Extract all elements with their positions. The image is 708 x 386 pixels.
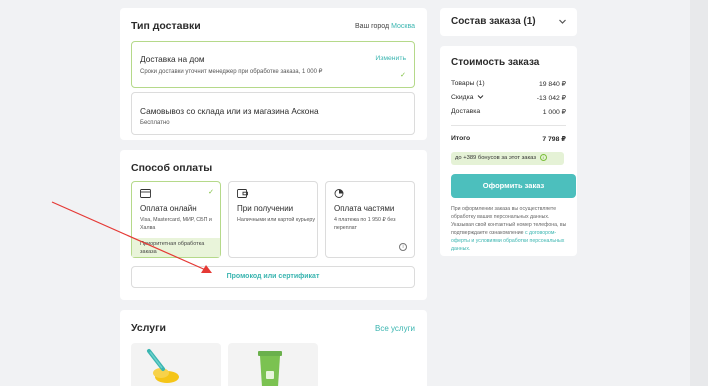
card-icon: [140, 189, 151, 198]
change-link[interactable]: Изменить: [375, 55, 406, 62]
priority-banner: Приоритетная обработка заказа: [132, 238, 220, 257]
delivery-row: Доставка 1 000 ₽: [451, 108, 566, 116]
payment-option-title: При получении: [237, 204, 294, 213]
total-value: 7 798 ₽: [542, 136, 566, 143]
services-title: Услуги: [131, 322, 166, 334]
delivery-type-card: Тип доставки Ваш город Москва Доставка н…: [120, 8, 427, 140]
discount-row[interactable]: Скидка -13 042 ₽: [451, 94, 566, 102]
row-label: Скидка: [451, 94, 474, 101]
wallet-icon: [237, 189, 248, 198]
row-label: Товары (1): [451, 80, 485, 87]
service-item-cleaning[interactable]: [131, 343, 221, 386]
payment-option-on-delivery[interactable]: При получении Наличными или картой курье…: [228, 181, 318, 258]
city-link[interactable]: Москва: [391, 23, 415, 30]
legal-notice: При оформлении заказа вы осуществляете о…: [451, 205, 568, 253]
promo-code-button[interactable]: Промокод или сертификат: [131, 266, 415, 288]
total-label: Итого: [451, 135, 471, 142]
info-icon[interactable]: i: [399, 243, 407, 251]
delivery-title: Тип доставки: [131, 20, 201, 32]
delivery-option-subtitle: Сроки доставки уточнит менеджер при обра…: [140, 69, 323, 75]
payment-option-subtitle: 4 платежа по 1 950 ₽ без переплат: [334, 217, 396, 231]
bonus-badge: до +389 бонусов за этот заказ i: [451, 152, 564, 165]
scrollbar[interactable]: [690, 0, 708, 386]
cleaning-icon: [147, 349, 179, 383]
delivery-option-subtitle: Бесплатно: [140, 120, 170, 126]
delivery-option-title: Доставка на дом: [140, 54, 205, 64]
payment-option-online[interactable]: ✓ Оплата онлайн Visa, Mastercard, МИР, С…: [131, 181, 221, 258]
info-icon[interactable]: i: [539, 153, 547, 161]
divider: [451, 125, 566, 126]
order-composition-card[interactable]: Состав заказа (1): [440, 8, 577, 36]
row-label: Доставка: [451, 108, 481, 115]
bonus-text: до +389 бонусов за этот заказ: [455, 155, 536, 161]
place-order-button[interactable]: Оформить заказ: [451, 174, 576, 198]
delivery-option-home[interactable]: Доставка на дом Сроки доставки уточнит м…: [131, 41, 415, 88]
order-cost-card: Стоимость заказа Товары (1) 19 840 ₽ Ски…: [440, 46, 577, 256]
service-item-recycling[interactable]: [228, 343, 318, 386]
services-card: Услуги Все услуги: [120, 310, 427, 386]
payment-option-title: Оплата частями: [334, 204, 395, 213]
payment-option-installments[interactable]: Оплата частями 4 платежа по 1 950 ₽ без …: [325, 181, 415, 258]
composition-title: Состав заказа (1): [451, 16, 536, 27]
trash-bin-icon: [258, 351, 282, 386]
payment-option-subtitle: Наличными или картой курьеру: [237, 217, 315, 223]
check-icon: ✓: [208, 189, 214, 196]
city-label: Ваш город: [355, 23, 390, 30]
chevron-down-icon[interactable]: [558, 17, 567, 26]
chevron-down-icon[interactable]: [477, 94, 484, 100]
row-value: -13 042 ₽: [536, 95, 566, 102]
payment-option-title: Оплата онлайн: [140, 204, 197, 213]
cost-title: Стоимость заказа: [451, 57, 540, 68]
payment-option-subtitle: Visa, Mastercard, МИР, СБП и Халва: [140, 217, 212, 231]
row-value: 1 000 ₽: [542, 109, 566, 116]
row-value: 19 840 ₽: [538, 81, 566, 88]
payment-method-card: Способ оплаты ✓ Оплата онлайн Visa, Mast…: [120, 150, 427, 300]
total-row: Итого 7 798 ₽: [451, 135, 566, 143]
delivery-option-pickup[interactable]: Самовывоз со склада или из магазина Аско…: [131, 92, 415, 135]
payment-title: Способ оплаты: [131, 162, 213, 174]
delivery-option-title: Самовывоз со склада или из магазина Аско…: [140, 106, 319, 116]
pie-icon: [334, 189, 344, 198]
items-row: Товары (1) 19 840 ₽: [451, 80, 566, 88]
all-services-link[interactable]: Все услуги: [375, 324, 415, 333]
check-icon: ✓: [400, 72, 406, 79]
city-selector[interactable]: Ваш город Москва: [355, 23, 415, 30]
